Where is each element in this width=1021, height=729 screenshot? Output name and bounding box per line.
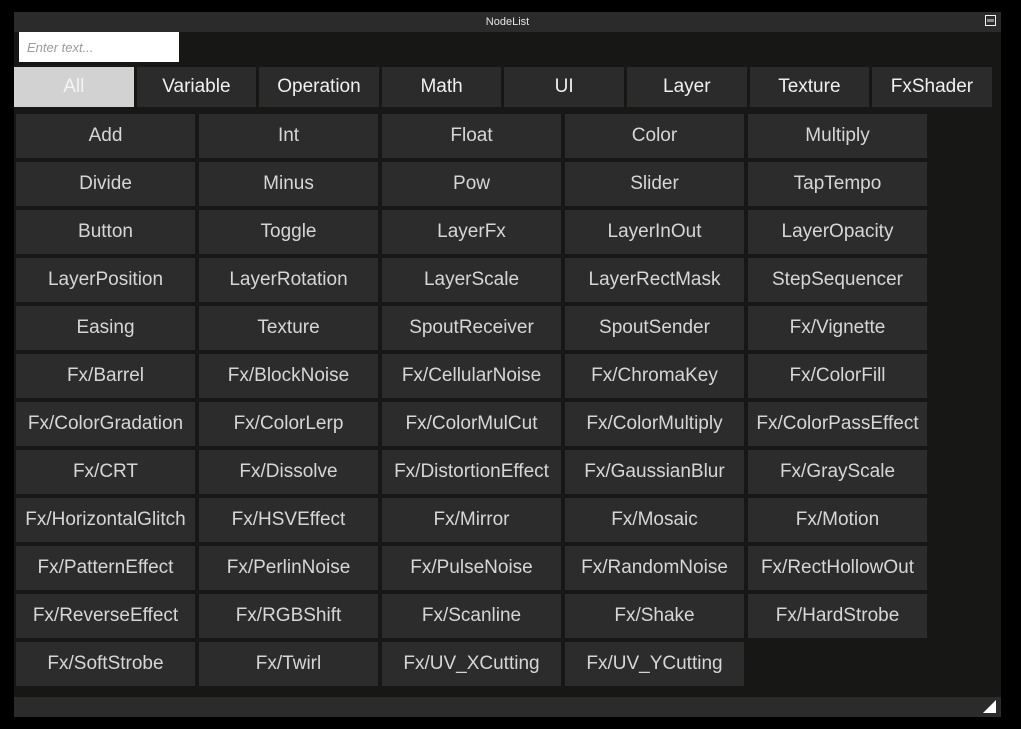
- node-button-divide[interactable]: Divide: [16, 162, 195, 206]
- title-bar[interactable]: NodeList: [14, 12, 1001, 32]
- node-button-layerscale[interactable]: LayerScale: [382, 258, 561, 302]
- node-button-fx-reverseeffect[interactable]: Fx/ReverseEffect: [16, 594, 195, 638]
- node-button-fx-crt[interactable]: Fx/CRT: [16, 450, 195, 494]
- node-button-layerposition[interactable]: LayerPosition: [16, 258, 195, 302]
- node-button-pow[interactable]: Pow: [382, 162, 561, 206]
- node-button-fx-uv-xcutting[interactable]: Fx/UV_XCutting: [382, 642, 561, 686]
- node-button-fx-colorpasseffect[interactable]: Fx/ColorPassEffect: [748, 402, 927, 446]
- node-button-fx-mirror[interactable]: Fx/Mirror: [382, 498, 561, 542]
- node-button-fx-barrel[interactable]: Fx/Barrel: [16, 354, 195, 398]
- node-button-button[interactable]: Button: [16, 210, 195, 254]
- node-button-fx-patterneffect[interactable]: Fx/PatternEffect: [16, 546, 195, 590]
- node-button-fx-colorfill[interactable]: Fx/ColorFill: [748, 354, 927, 398]
- tab-ui[interactable]: UI: [504, 67, 624, 107]
- bottom-bar: [14, 697, 1001, 717]
- node-button-fx-pulsenoise[interactable]: Fx/PulseNoise: [382, 546, 561, 590]
- node-button-fx-scanline[interactable]: Fx/Scanline: [382, 594, 561, 638]
- resize-grip-icon[interactable]: [983, 700, 996, 713]
- node-button-layerinout[interactable]: LayerInOut: [565, 210, 744, 254]
- node-button-fx-colorlerp[interactable]: Fx/ColorLerp: [199, 402, 378, 446]
- nodelist-window: NodeList AllVariableOperationMathUILayer…: [14, 12, 1001, 717]
- node-button-float[interactable]: Float: [382, 114, 561, 158]
- tab-all[interactable]: All: [14, 67, 134, 107]
- node-button-layerrectmask[interactable]: LayerRectMask: [565, 258, 744, 302]
- node-button-fx-twirl[interactable]: Fx/Twirl: [199, 642, 378, 686]
- node-button-fx-gaussianblur[interactable]: Fx/GaussianBlur: [565, 450, 744, 494]
- node-button-fx-hardstrobe[interactable]: Fx/HardStrobe: [748, 594, 927, 638]
- tab-fxshader[interactable]: FxShader: [872, 67, 992, 107]
- node-button-fx-randomnoise[interactable]: Fx/RandomNoise: [565, 546, 744, 590]
- node-button-taptempo[interactable]: TapTempo: [748, 162, 927, 206]
- search-input[interactable]: [19, 32, 179, 62]
- node-button-stepsequencer[interactable]: StepSequencer: [748, 258, 927, 302]
- node-button-layerrotation[interactable]: LayerRotation: [199, 258, 378, 302]
- node-button-add[interactable]: Add: [16, 114, 195, 158]
- node-button-fx-softstrobe[interactable]: Fx/SoftStrobe: [16, 642, 195, 686]
- node-button-fx-grayscale[interactable]: Fx/GrayScale: [748, 450, 927, 494]
- node-button-color[interactable]: Color: [565, 114, 744, 158]
- tab-layer[interactable]: Layer: [626, 67, 747, 107]
- tab-math[interactable]: Math: [381, 67, 502, 107]
- tab-texture[interactable]: Texture: [749, 67, 870, 107]
- node-button-fx-recthollowout[interactable]: Fx/RectHollowOut: [748, 546, 927, 590]
- node-button-fx-motion[interactable]: Fx/Motion: [748, 498, 927, 542]
- node-button-multiply[interactable]: Multiply: [748, 114, 927, 158]
- tab-variable[interactable]: Variable: [136, 67, 257, 107]
- node-button-minus[interactable]: Minus: [199, 162, 378, 206]
- node-button-slider[interactable]: Slider: [565, 162, 744, 206]
- node-button-spoutsender[interactable]: SpoutSender: [565, 306, 744, 350]
- node-button-easing[interactable]: Easing: [16, 306, 195, 350]
- node-button-fx-rgbshift[interactable]: Fx/RGBShift: [199, 594, 378, 638]
- node-button-layerfx[interactable]: LayerFx: [382, 210, 561, 254]
- collapse-window-icon[interactable]: [985, 15, 996, 26]
- node-button-fx-colorgradation[interactable]: Fx/ColorGradation: [16, 402, 195, 446]
- window-title: NodeList: [485, 16, 530, 28]
- node-button-fx-dissolve[interactable]: Fx/Dissolve: [199, 450, 378, 494]
- node-button-spoutreceiver[interactable]: SpoutReceiver: [382, 306, 561, 350]
- node-button-texture[interactable]: Texture: [199, 306, 378, 350]
- node-button-fx-perlinnoise[interactable]: Fx/PerlinNoise: [199, 546, 378, 590]
- node-button-fx-vignette[interactable]: Fx/Vignette: [748, 306, 927, 350]
- node-button-fx-colormultiply[interactable]: Fx/ColorMultiply: [565, 402, 744, 446]
- node-grid: Add Int Float Color Multiply Divide Minus Pow Sl…: [16, 114, 927, 686]
- node-button-fx-blocknoise[interactable]: Fx/BlockNoise: [199, 354, 378, 398]
- node-button-fx-shake[interactable]: Fx/Shake: [565, 594, 744, 638]
- node-button-fx-cellularnoise[interactable]: Fx/CellularNoise: [382, 354, 561, 398]
- node-button-fx-horizontalglitch[interactable]: Fx/HorizontalGlitch: [16, 498, 195, 542]
- node-button-fx-uv-ycutting[interactable]: Fx/UV_YCutting: [565, 642, 744, 686]
- tab-operation[interactable]: Operation: [259, 67, 379, 107]
- node-button-fx-mosaic[interactable]: Fx/Mosaic: [565, 498, 744, 542]
- node-button-fx-colormulcut[interactable]: Fx/ColorMulCut: [382, 402, 561, 446]
- category-tabs: All Variable Operation Math UI Layer Texture Fx…: [14, 67, 992, 107]
- node-button-fx-distortioneffect[interactable]: Fx/DistortionEffect: [382, 450, 561, 494]
- node-button-int[interactable]: Int: [199, 114, 378, 158]
- node-button-fx-chromakey[interactable]: Fx/ChromaKey: [565, 354, 744, 398]
- node-button-fx-hsveffect[interactable]: Fx/HSVEffect: [199, 498, 378, 542]
- node-button-layeropacity[interactable]: LayerOpacity: [748, 210, 927, 254]
- node-button-toggle[interactable]: Toggle: [199, 210, 378, 254]
